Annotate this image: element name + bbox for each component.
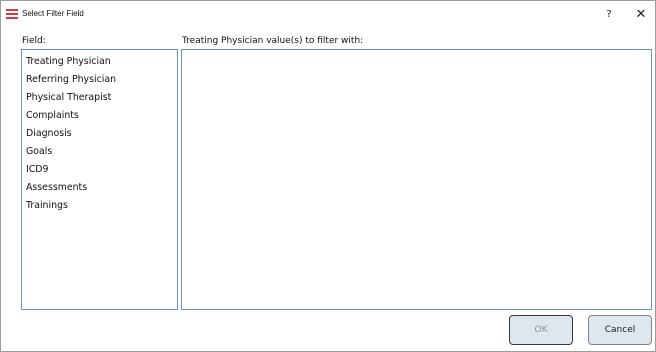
field-item-referring-physician[interactable]: Referring Physician	[22, 71, 177, 89]
field-list-label: Field:	[22, 36, 46, 46]
field-item-assessments[interactable]: Assessments	[22, 179, 177, 197]
ok-button[interactable]: OK	[509, 315, 573, 345]
app-list-icon	[6, 9, 18, 19]
field-listbox[interactable]: Treating Physician Referring Physician P…	[21, 49, 178, 310]
help-icon[interactable]: ?	[599, 6, 619, 24]
field-item-complaints[interactable]: Complaints	[22, 107, 177, 125]
field-item-diagnosis[interactable]: Diagnosis	[22, 125, 177, 143]
field-item-icd9[interactable]: ICD9	[22, 161, 177, 179]
title-bar[interactable]: Select Filter Field ? ✕	[1, 1, 655, 29]
field-item-treating-physician[interactable]: Treating Physician	[22, 53, 177, 71]
field-item-goals[interactable]: Goals	[22, 143, 177, 161]
filter-values-listbox[interactable]	[181, 49, 652, 310]
cancel-button[interactable]: Cancel	[588, 315, 652, 345]
window-title: Select Filter Field	[22, 9, 84, 18]
field-item-physical-therapist[interactable]: Physical Therapist	[22, 89, 177, 107]
values-list-label: Treating Physician value(s) to filter wi…	[182, 36, 364, 46]
select-filter-field-dialog: Select Filter Field ? ✕ Field: Treating …	[0, 0, 656, 352]
close-icon[interactable]: ✕	[631, 6, 651, 24]
field-item-trainings[interactable]: Trainings	[22, 197, 177, 215]
